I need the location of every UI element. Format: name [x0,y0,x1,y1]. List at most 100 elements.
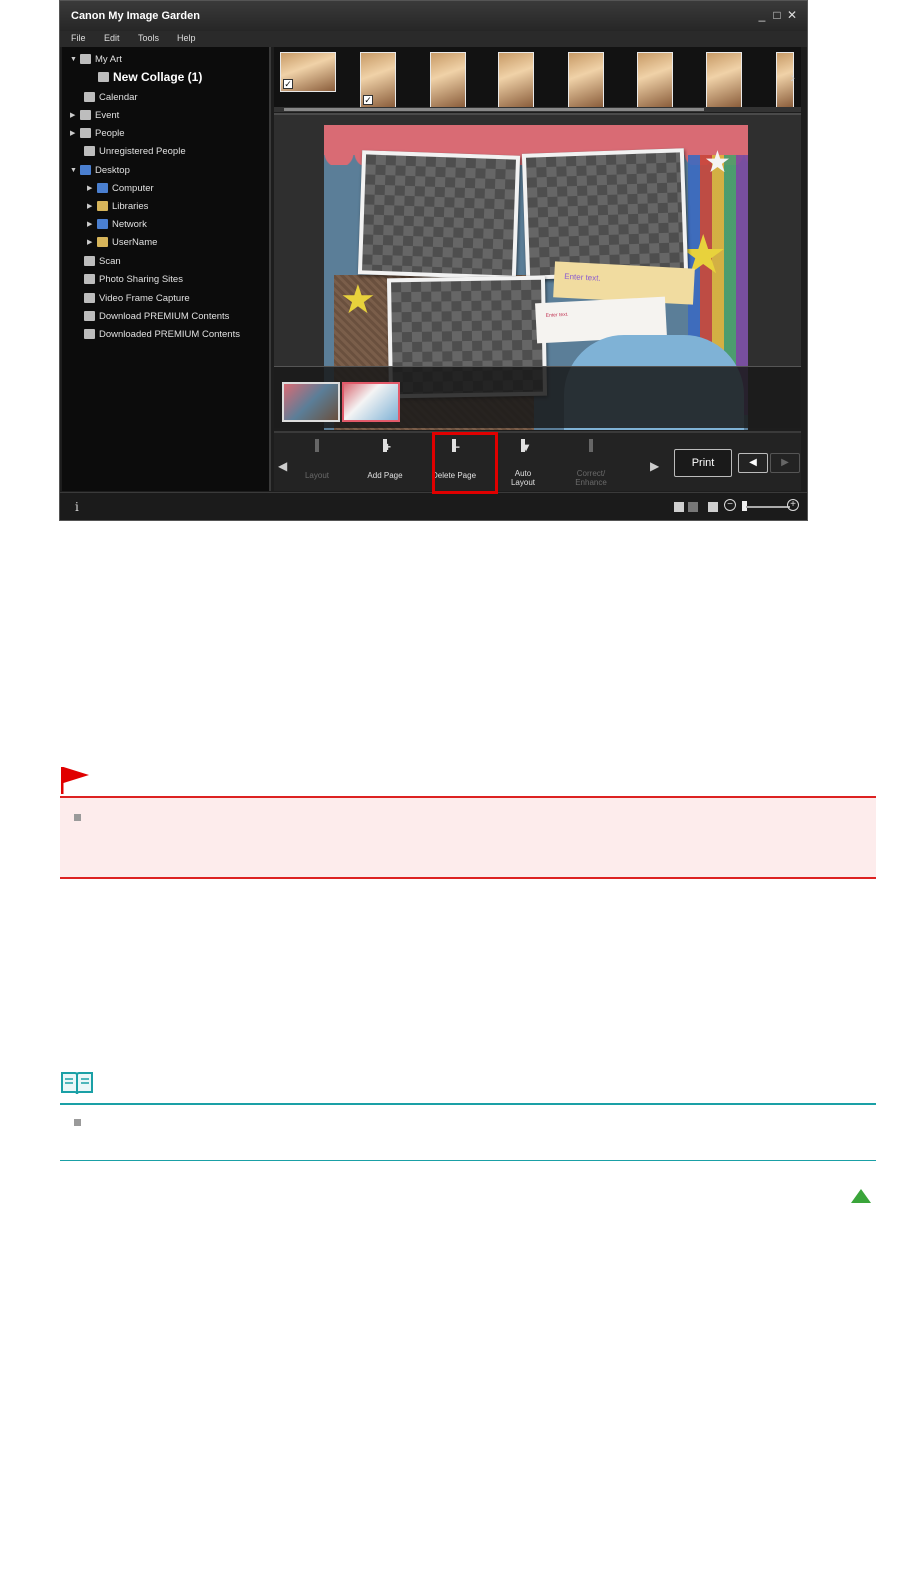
sidebar-item-event[interactable]: ▶ Event [70,107,119,123]
image-thumbnail[interactable] [430,52,466,108]
note-book-icon [61,1072,93,1095]
sidebar-item-computer[interactable]: ▶ Computer [87,180,154,196]
zoom-in-icon[interactable]: + [787,499,799,511]
photo-frame[interactable] [521,148,689,280]
full-screen-icon[interactable] [708,502,718,512]
zoom-slider[interactable] [746,506,790,508]
menu-help[interactable]: Help [177,33,196,43]
scroll-left-icon[interactable]: ◀ [278,459,287,473]
app-title: Canon My Image Garden [71,10,200,22]
layout-icon [315,439,319,452]
menu-bar: File Edit Tools Help [60,31,807,47]
sidebar-item-my-art[interactable]: ▼ My Art [70,51,122,67]
auto-layout-highlight [432,432,498,494]
downloaded-premium-icon [84,329,95,339]
sidebar-item-downloaded-premium[interactable]: Downloaded PREMIUM Contents [84,326,240,342]
expand-right-icon[interactable]: ▶ [70,129,80,137]
sidebar-item-label: Unregistered People [99,145,186,157]
add-page-button[interactable]: + Add Page [356,439,414,493]
sidebar-item-username[interactable]: ▶ UserName [87,234,157,250]
people-icon [80,128,91,138]
video-frame-icon [84,293,95,303]
checked-icon[interactable]: ✓ [283,79,293,89]
expand-right-icon[interactable]: ▶ [87,238,97,246]
computer-icon [97,183,108,193]
sidebar-item-photo-sharing[interactable]: Photo Sharing Sites [84,271,183,287]
menu-tools[interactable]: Tools [138,33,159,43]
back-to-top-icon[interactable] [850,1188,872,1204]
image-thumbnail[interactable] [637,52,673,108]
sidebar-item-label: UserName [112,236,158,248]
unregistered-people-icon [84,146,95,156]
sidebar-item-unregistered-people[interactable]: Unregistered People [84,143,186,159]
correct-enhance-icon [589,439,593,452]
print-button[interactable]: Print [674,449,732,477]
sidebar-item-libraries[interactable]: ▶ Libraries [87,198,148,214]
menu-edit[interactable]: Edit [104,33,120,43]
text-placeholder: Enter text. [564,271,601,283]
page-thumbnail[interactable] [282,382,340,422]
checked-icon[interactable]: ✓ [363,95,373,105]
expand-right-icon[interactable]: ▶ [87,202,97,210]
expand-right-icon[interactable]: ▶ [87,220,97,228]
view-grid-icon[interactable] [688,502,698,512]
image-thumbnail-strip: ✓ ✓ › [274,47,801,112]
image-thumbnail[interactable]: ✓ [360,52,396,108]
user-folder-icon [97,237,108,247]
minimize-button[interactable]: _ [756,9,768,21]
sidebar-item-label: Calendar [99,91,138,103]
page-thumbnail-selected[interactable] [342,382,400,422]
sidebar-item-label: Downloaded PREMIUM Contents [99,328,240,340]
sidebar-item-scan[interactable]: Scan [84,253,121,269]
network-icon [97,219,108,229]
previous-page-button[interactable]: ◀ [738,453,768,473]
maximize-button[interactable]: □ [771,9,783,21]
close-button[interactable]: ✕ [786,9,798,21]
photo-frame[interactable] [357,150,521,280]
status-bar: i − + [60,492,807,520]
auto-layout-button[interactable]: ▾ Auto Layout [494,439,552,493]
sidebar-item-download-premium[interactable]: Download PREMIUM Contents [84,308,229,324]
scan-icon [84,256,95,266]
info-icon[interactable]: i [75,500,79,514]
sidebar-item-label: Network [112,218,147,230]
correct-enhance-button[interactable]: Correct/ Enhance [562,439,620,493]
sidebar-item-people[interactable]: ▶ People [70,125,125,141]
expand-down-icon[interactable]: ▼ [70,167,80,174]
image-thumbnail[interactable] [498,52,534,108]
text-placeholder: Enter text. [545,311,569,319]
sidebar-item-calendar[interactable]: Calendar [84,89,138,105]
zoom-out-icon[interactable]: − [724,499,736,511]
edit-canvas-area: ★ ★ ★ Enter text. Enter text. [274,113,801,430]
collage-icon [98,72,109,82]
expand-right-icon[interactable]: ▶ [87,184,97,192]
auto-layout-icon: ▾ [521,439,529,454]
sidebar-item-desktop[interactable]: ▼ Desktop [70,162,130,178]
sidebar-item-label: Computer [112,182,154,194]
image-thumbnail[interactable]: ✓ [280,52,336,92]
libraries-icon [97,201,108,211]
image-thumbnail[interactable] [706,52,742,108]
next-page-button[interactable]: ▶ [770,453,800,473]
download-premium-icon [84,311,95,321]
sidebar-tree: ▼ My Art New Collage (1) Calendar ▶ Even… [62,47,271,491]
desktop-icon [80,165,91,175]
thumbnail-scrollbar[interactable] [274,107,801,112]
scroll-right-icon[interactable]: › [790,69,795,85]
expand-right-icon[interactable]: ▶ [70,111,80,119]
sidebar-item-video-frame-capture[interactable]: Video Frame Capture [84,290,190,306]
view-single-icon[interactable] [674,502,684,512]
scroll-right-icon[interactable]: ▶ [650,459,659,473]
title-bar: Canon My Image Garden _ □ ✕ [60,1,807,31]
sidebar-item-new-collage[interactable]: New Collage (1) [98,69,202,85]
important-notice-box [60,796,876,879]
sidebar-item-network[interactable]: ▶ Network [87,216,147,232]
expand-down-icon[interactable]: ▼ [70,56,80,63]
image-thumbnail[interactable] [568,52,604,108]
bullet-icon [74,1119,81,1126]
add-page-icon: + [383,439,391,454]
sidebar-item-label: Photo Sharing Sites [99,273,183,285]
sidebar-item-label: Scan [99,255,121,267]
layout-button[interactable]: Layout [288,439,346,493]
menu-file[interactable]: File [71,33,86,43]
